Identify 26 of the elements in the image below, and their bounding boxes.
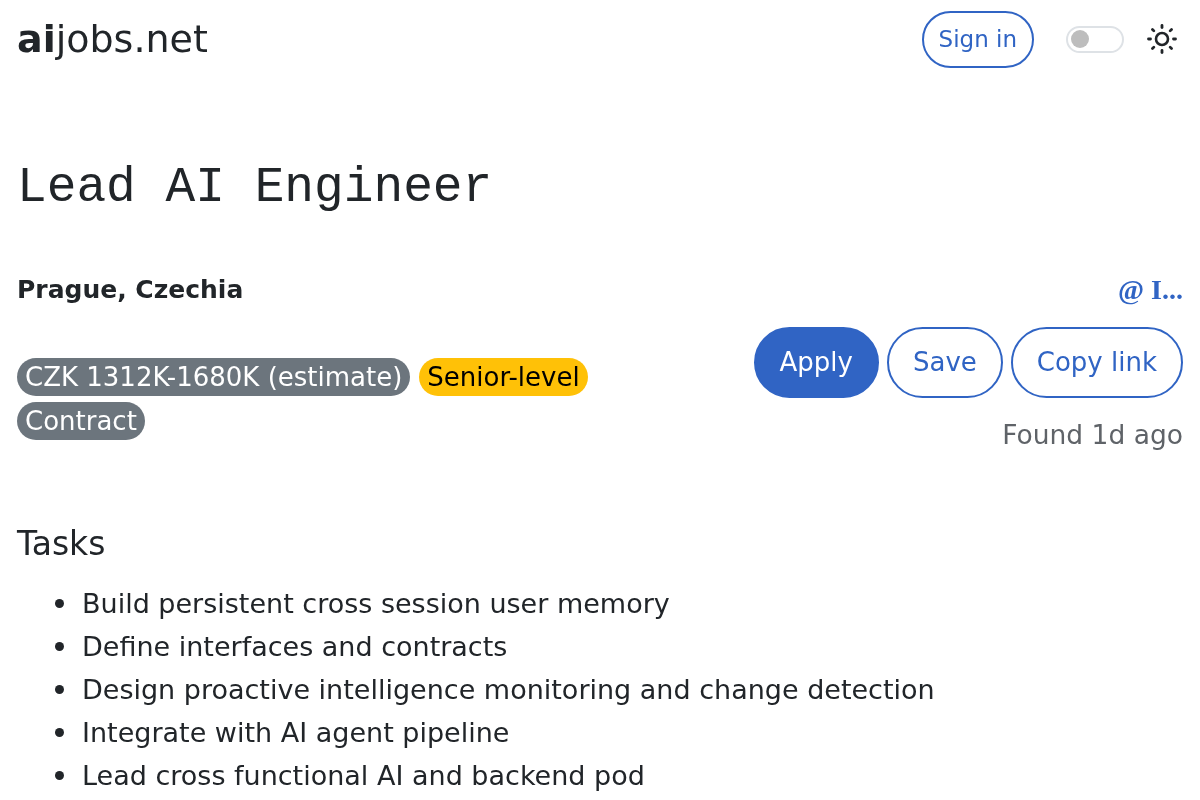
section-heading: Tasks [17,527,107,560]
tag-label: CZK 1312K-1680K (estimate) [17,357,411,396]
action-button[interactable]: Copy link [1010,326,1183,398]
job-title: Lead AI Engineer [17,164,494,214]
sign-in-button[interactable]: Sign in [921,10,1034,68]
task-item: Integrate with AI agent pipeline [82,719,510,746]
task-item: Lead cross functional AI and backend pod [82,762,645,789]
bullet-icon [55,642,64,651]
job-location: Prague, Czechia [17,277,244,302]
toggle-knob-icon [1071,30,1089,48]
sun-icon[interactable] [1147,24,1177,54]
bullet-icon [55,685,64,694]
task-item: Build persistent cross session user memory [82,590,670,617]
task-item: Define interfaces and contracts [82,633,508,660]
tag-label: Senior-level [419,357,588,396]
site-logo[interactable]: aijobs.net [17,20,208,58]
action-button[interactable]: Save [886,326,1003,398]
bullet-icon [55,728,64,737]
bullet-icon [55,599,64,608]
apply-button[interactable]: Apply [753,326,879,398]
found-date: Found 1d ago [1002,421,1183,448]
task-item: Design proactive intelligence monitoring and change detection [82,676,935,703]
bullet-icon [55,771,64,780]
theme-toggle[interactable] [1066,25,1124,53]
company-link[interactable]: @ I... [1118,275,1183,304]
tag-label: Contract [17,401,145,440]
